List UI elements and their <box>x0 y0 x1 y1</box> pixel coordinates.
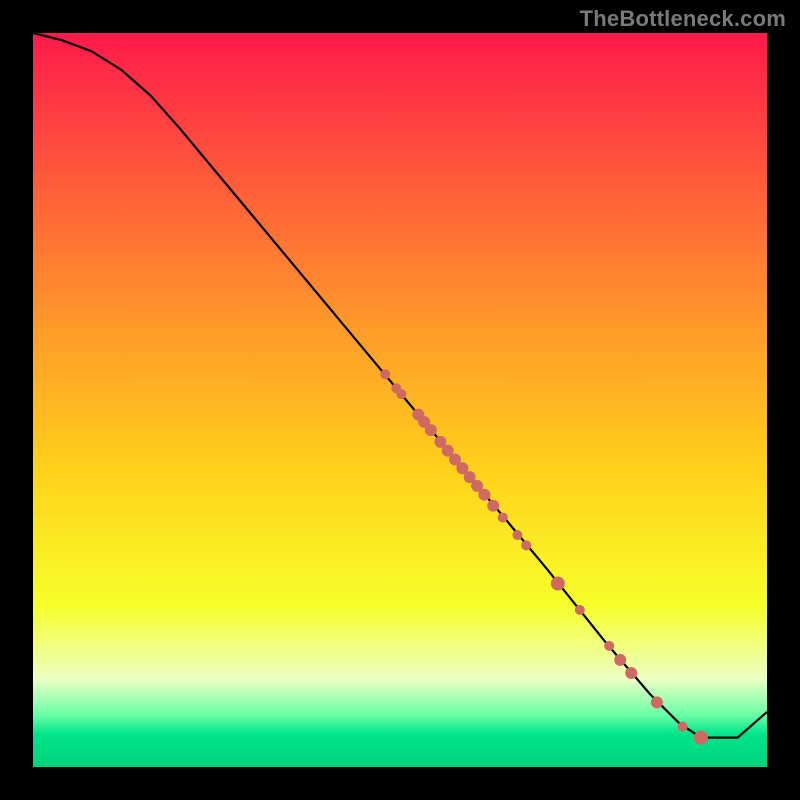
data-point <box>604 641 614 651</box>
data-point <box>425 424 437 436</box>
data-point <box>380 369 390 379</box>
plot-background <box>33 33 767 767</box>
data-point <box>487 500 499 512</box>
bottleneck-chart <box>0 0 800 800</box>
data-point <box>521 540 531 550</box>
watermark-text: TheBottleneck.com <box>580 6 786 32</box>
data-point <box>625 667 637 679</box>
data-point <box>651 696 663 708</box>
data-point <box>614 654 626 666</box>
chart-frame: TheBottleneck.com <box>0 0 800 800</box>
data-point <box>551 577 565 591</box>
data-point <box>478 489 490 501</box>
data-point <box>694 731 708 745</box>
data-point <box>512 530 522 540</box>
data-point <box>498 512 508 522</box>
data-point <box>396 389 406 399</box>
data-point <box>575 605 585 615</box>
data-point <box>678 722 688 732</box>
